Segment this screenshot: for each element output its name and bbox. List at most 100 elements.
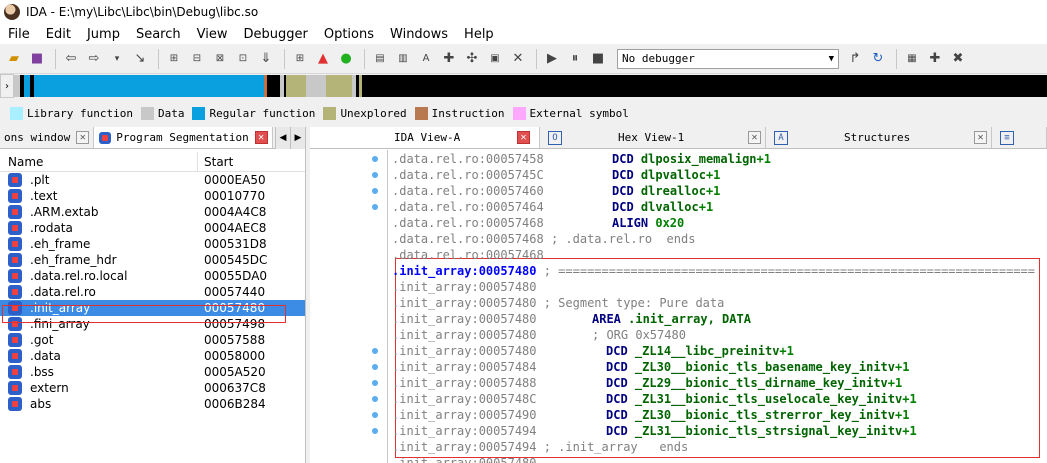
table-row[interactable]: .eh_frame 000531D8 [0, 236, 305, 252]
code-line[interactable]: .init_array:00057480 [392, 455, 537, 463]
breakpoint-delete-icon[interactable]: ✖ [948, 49, 968, 69]
code-line[interactable]: .data.rel.ro:00057468 [392, 247, 544, 263]
tab-structures[interactable]: A Structures ✕ [766, 127, 992, 148]
search-next-icon[interactable]: ⊡ [233, 49, 253, 69]
code-line[interactable]: .init_array:00057484 [392, 359, 537, 375]
segment-name: .got [30, 333, 54, 347]
close-icon[interactable]: ✕ [76, 131, 90, 144]
code-line[interactable]: .data.rel.ro:00057458 [392, 151, 544, 167]
open-icon[interactable]: ▰ [4, 49, 24, 69]
close-icon[interactable]: ✕ [517, 131, 530, 144]
tab-functions-window[interactable]: ons window ✕ [0, 127, 95, 148]
table-row[interactable]: .text 00010770 [0, 188, 305, 204]
undefine-icon[interactable]: ✕ [508, 49, 528, 69]
code-icon[interactable]: ▤ [370, 49, 390, 69]
table-row[interactable]: .ARM.extab 0004A4C8 [0, 204, 305, 220]
table-row[interactable]: .data.rel.ro.local 00055DA0 [0, 268, 305, 284]
code-line[interactable]: .data.rel.ro:00057468 ; .data.rel.ro end… [392, 231, 695, 247]
table-row[interactable]: .eh_frame_hdr 000545DC [0, 252, 305, 268]
save-icon[interactable]: ■ [27, 49, 47, 69]
search-down-icon[interactable]: ⇓ [256, 49, 276, 69]
tab-program-segmentation[interactable]: Program Segmentation ✕ [94, 127, 273, 148]
close-icon[interactable]: ✕ [974, 131, 987, 144]
data-icon[interactable]: ▥ [393, 49, 413, 69]
legend-item: Instruction [414, 106, 505, 120]
xref-dot-icon [372, 380, 378, 386]
tab-scroll-left-icon[interactable]: ◀ [275, 127, 290, 149]
code-line[interactable]: .init_array:00057490 [392, 407, 537, 423]
menu-help[interactable]: Help [456, 27, 502, 42]
step-into-icon[interactable]: ↱ [845, 49, 865, 69]
view-icon[interactable]: ⊞ [290, 49, 310, 69]
menu-debugger[interactable]: Debugger [235, 27, 315, 42]
table-row[interactable]: .plt 0000EA50 [0, 172, 305, 188]
tab-enums[interactable]: ≡ [992, 127, 1047, 148]
stop-icon[interactable]: ■ [588, 49, 608, 69]
add-icon[interactable]: ✚ [439, 49, 459, 69]
step-over-icon[interactable]: ↻ [868, 49, 888, 69]
code-line[interactable]: .init_array:00057480 [392, 311, 537, 327]
tab-ida-view-a[interactable]: IDA View-A ✕ [310, 127, 540, 148]
column-header-start[interactable]: Start [198, 155, 233, 169]
code-line[interactable]: .init_array:00057480 [392, 343, 537, 359]
close-icon[interactable]: ✕ [748, 131, 761, 144]
struct-icon[interactable]: ▣ [485, 49, 505, 69]
code-line[interactable]: .init_array:00057494 ; .init_array ends [392, 439, 688, 455]
search-imm-icon[interactable]: ⊠ [210, 49, 230, 69]
run-status-icon[interactable]: ● [336, 49, 356, 69]
table-row[interactable]: .data.rel.ro 00057440 [0, 284, 305, 300]
tab-scroll-right-icon[interactable]: ▶ [290, 127, 305, 149]
string-icon[interactable]: A [416, 49, 436, 69]
code-mnemonic: DCD [606, 424, 628, 438]
table-row[interactable]: .bss 0005A520 [0, 364, 305, 380]
table-row[interactable]: .got 00057588 [0, 332, 305, 348]
column-header-name[interactable]: Name [0, 151, 198, 172]
menu-windows[interactable]: Windows [382, 27, 456, 42]
table-row[interactable]: .fini_array 00057498 [0, 316, 305, 332]
table-row[interactable]: .init_array 00057480 [0, 300, 305, 316]
disassembly-listing[interactable]: .data.rel.ro:00057458 DCD dlposix_memalig… [310, 150, 1047, 463]
code-line[interactable]: .init_array:00057480 [392, 327, 537, 343]
code-line[interactable]: .data.rel.ro:0005745C [392, 167, 544, 183]
breakpoint-add-icon[interactable]: ✚ [925, 49, 945, 69]
table-row[interactable]: abs 0006B284 [0, 396, 305, 412]
segment-name: .init_array [30, 301, 91, 315]
search-binary-icon[interactable]: ⊞ [164, 49, 184, 69]
warning-icon[interactable]: ▲ [313, 49, 333, 69]
code-line[interactable]: .init_array:00057494 [392, 423, 537, 439]
pause-icon[interactable]: ⏸ [565, 49, 585, 69]
breakpoint-list-icon[interactable]: ▦ [902, 49, 922, 69]
code-line[interactable]: .init_array:00057480 [392, 279, 537, 295]
jump-icon[interactable]: ↘ [130, 49, 150, 69]
navigation-band[interactable] [14, 75, 1047, 97]
tab-hex-view-1[interactable]: O Hex View-1 ✕ [540, 127, 766, 148]
close-icon[interactable]: ✕ [254, 131, 268, 144]
dropdown-arrow-icon[interactable]: ▾ [107, 49, 127, 69]
table-row[interactable]: extern 000637C8 [0, 380, 305, 396]
code-address: .data.rel.ro:00057468 [392, 232, 544, 246]
code-line[interactable]: .init_array:00057480 ; Segment type: Pur… [392, 295, 724, 311]
code-line[interactable]: .data.rel.ro:00057460 [392, 183, 544, 199]
segment-icon [98, 131, 112, 145]
menu-options[interactable]: Options [316, 27, 382, 42]
code-line[interactable]: .init_array:0005748C [392, 391, 537, 407]
code-line[interactable]: .data.rel.ro:00057468 [392, 215, 544, 231]
table-row[interactable]: .rodata 0004AEC8 [0, 220, 305, 236]
forward-icon[interactable]: ⇨ [84, 49, 104, 69]
segment-start: 000637C8 [204, 381, 266, 395]
code-line[interactable]: .data.rel.ro:00057464 [392, 199, 544, 215]
menu-file[interactable]: File [0, 27, 38, 42]
code-line[interactable]: .init_array:00057480 ; =================… [392, 263, 1035, 279]
menu-edit[interactable]: Edit [38, 27, 79, 42]
menu-search[interactable]: Search [128, 27, 189, 42]
play-icon[interactable]: ▶ [542, 49, 562, 69]
enum-icon[interactable]: ✣ [462, 49, 482, 69]
code-line[interactable]: .init_array:00057488 [392, 375, 537, 391]
back-icon[interactable]: ⇦ [61, 49, 81, 69]
search-text-icon[interactable]: ⊟ [187, 49, 207, 69]
navigation-band-arrow-icon[interactable]: › [0, 74, 14, 98]
menu-view[interactable]: View [189, 27, 236, 42]
debugger-select[interactable]: No debugger ▼ [617, 48, 839, 69]
menu-jump[interactable]: Jump [79, 27, 128, 42]
table-row[interactable]: .data 00058000 [0, 348, 305, 364]
